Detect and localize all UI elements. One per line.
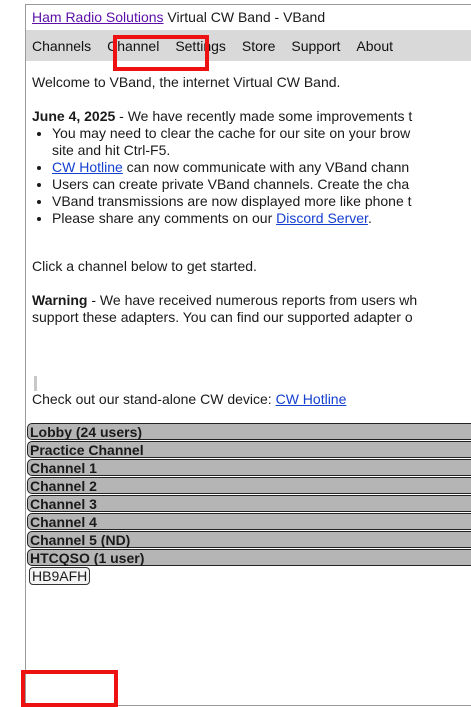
site-home-link[interactable]: Ham Radio Solutions [32,9,164,25]
channel-5-nd[interactable]: Channel 5 (ND) [27,531,471,548]
welcome-text: Welcome to VBand, the internet Virtual C… [32,74,341,90]
channel-list: Lobby (24 users) Practice Channel Channe… [26,423,471,585]
channel-1[interactable]: Channel 1 [27,459,471,476]
nav-settings[interactable]: Settings [175,38,226,54]
update-item-text: Users can create private VBand channels.… [52,176,410,192]
channel-practice[interactable]: Practice Channel [27,441,471,458]
update-item-text: can now communicate with any VBand chann [122,159,410,175]
user-chip-hb9afh[interactable]: HB9AFH [29,567,91,585]
click-prompt: Click a channel below to get started. [32,258,257,274]
update-intro: - We have recently made some improvement… [115,108,413,124]
nav-about[interactable]: About [356,38,393,54]
main-content: Welcome to VBand, the internet Virtual C… [26,74,471,408]
nav-store[interactable]: Store [242,38,275,54]
update-item-text: Please share any comments on our [52,210,277,226]
text-caret [34,376,37,391]
update-date: June 4, 2025 [32,108,116,124]
update-item-punct: . [367,210,372,226]
standalone-text: Check out our stand-alone CW device: CW … [32,391,471,408]
standalone-label: Check out our stand-alone CW device: [32,391,276,407]
nav-bar: Channels Channel Settings Store Support … [26,30,471,61]
cw-hotline-link[interactable]: CW Hotline [52,159,123,175]
list-item: VBand transmissions are now displayed mo… [52,193,471,210]
channel-htcqso[interactable]: HTCQSO (1 user) [27,549,471,566]
nav-channels[interactable]: Channels [32,38,91,54]
nav-support[interactable]: Support [291,38,340,54]
warning-text-cont: support these adapters. You can find our… [32,309,413,325]
window-title: Virtual CW Band - VBand [167,9,326,25]
list-item: Please share any comments on our Discord… [52,210,471,227]
channel-user-row: HB9AFH [26,567,471,585]
update-heading: June 4, 2025 - We have recently made som… [32,108,471,125]
update-item-text-cont: site and hit Ctrl-F5. [52,142,171,158]
channel-2[interactable]: Channel 2 [27,477,471,494]
warning-line1: - We have received numerous reports from… [87,292,418,308]
browser-page: Ham Radio Solutions Virtual CW Band - VB… [25,4,471,706]
nav-channel[interactable]: Channel [107,38,159,54]
title-bar: Ham Radio Solutions Virtual CW Band - VB… [26,5,471,30]
list-item: You may need to clear the cache for our … [52,125,471,159]
channel-4[interactable]: Channel 4 [27,513,471,530]
list-item: Users can create private VBand channels.… [52,176,471,193]
update-list: You may need to clear the cache for our … [32,125,471,227]
list-item: CW Hotline can now communicate with any … [52,159,471,176]
discord-server-link[interactable]: Discord Server [276,210,368,226]
channel-3[interactable]: Channel 3 [27,495,471,512]
update-item-text: VBand transmissions are now displayed mo… [52,193,412,209]
channel-lobby[interactable]: Lobby (24 users) [27,423,471,440]
warning-label: Warning [32,292,88,308]
warning-text: Warning - We have received numerous repo… [32,292,471,309]
cw-hotline-device-link[interactable]: CW Hotline [276,391,347,407]
update-item-text: You may need to clear the cache for our … [52,125,411,141]
